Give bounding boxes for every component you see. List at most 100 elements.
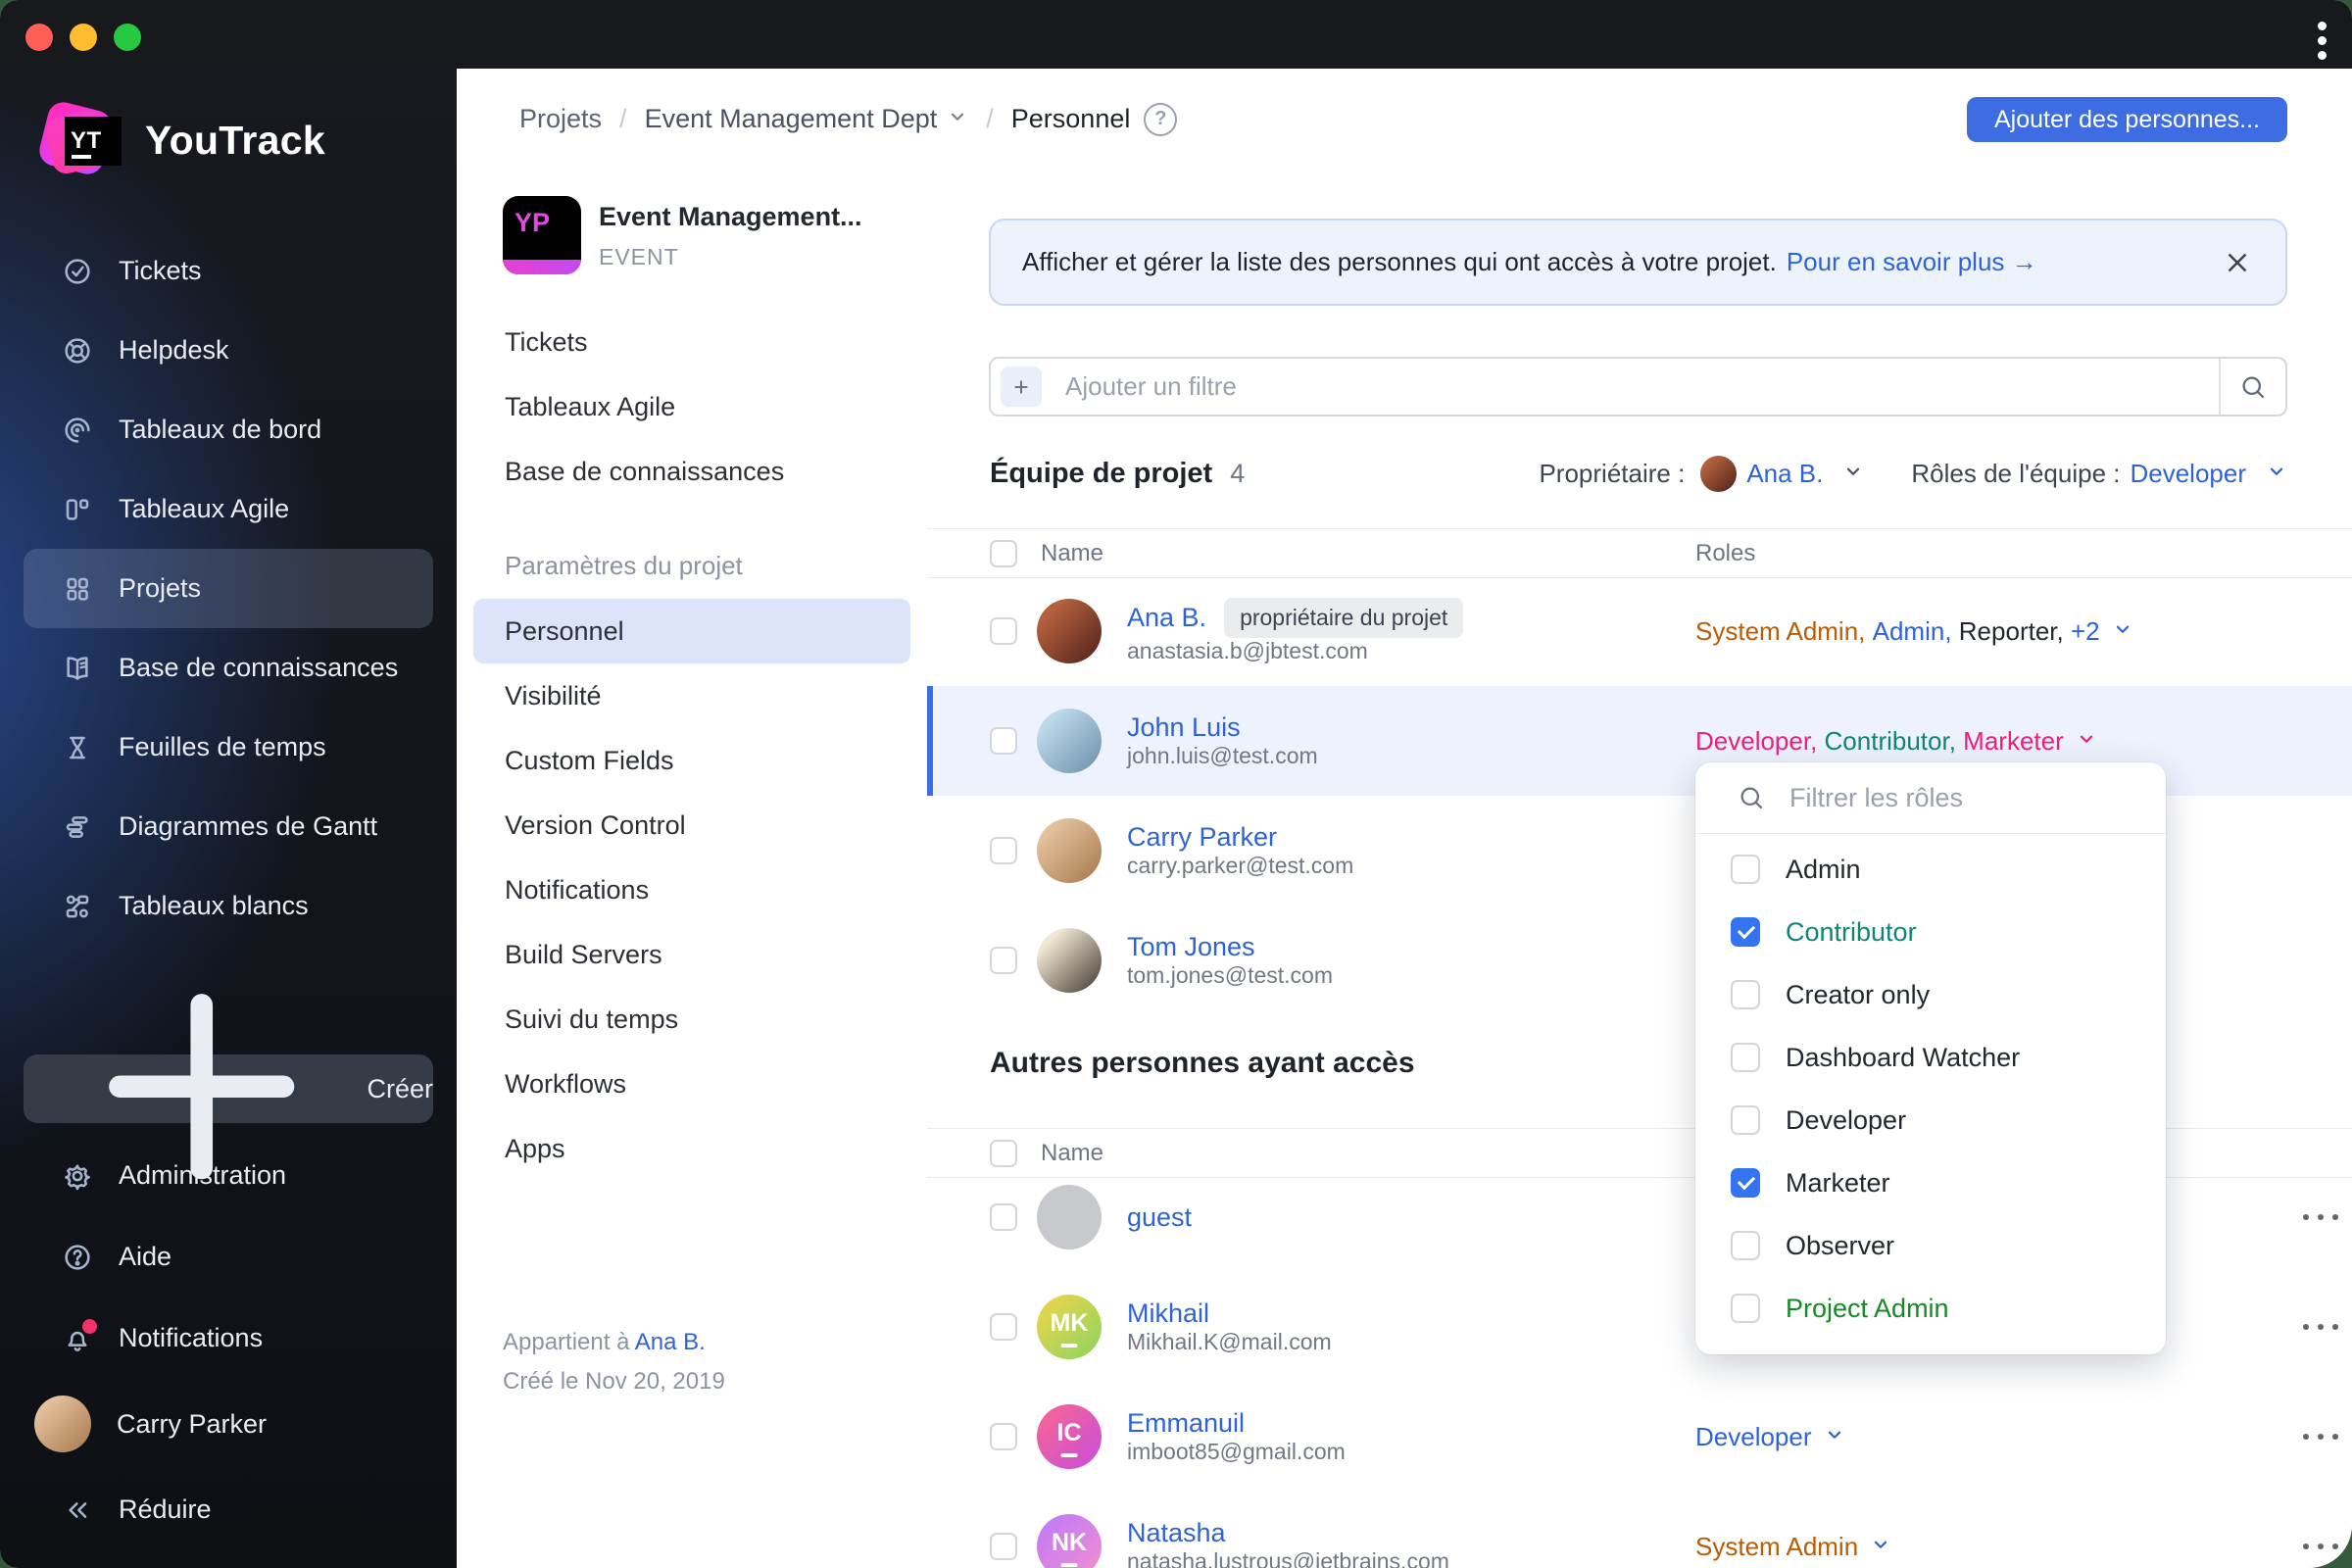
row-checkbox[interactable]: [990, 727, 1017, 755]
row-checkbox[interactable]: [990, 1423, 1017, 1450]
row-checkbox[interactable]: [990, 837, 1017, 864]
person-name-link[interactable]: John Luis: [1127, 712, 1241, 743]
row-actions-icon[interactable]: [2297, 1324, 2344, 1330]
project-settings-suivi-du-temps[interactable]: Suivi du temps: [473, 987, 910, 1052]
help-icon: [62, 1242, 93, 1273]
role-checkbox[interactable]: [1731, 1231, 1760, 1260]
owner-select[interactable]: Ana B.: [1746, 459, 1823, 489]
role-option-contributor[interactable]: Contributor: [1695, 901, 2166, 963]
project-nav-tickets[interactable]: Tickets: [457, 310, 927, 374]
project-settings-personnel[interactable]: Personnel: [473, 599, 910, 663]
breadcrumb-project-dropdown[interactable]: Event Management Dept: [645, 104, 969, 134]
row-checkbox[interactable]: [990, 1313, 1017, 1341]
person-name-link[interactable]: Emmanuil: [1127, 1408, 1245, 1439]
table-row-ana-b-[interactable]: Ana B. propriétaire du projet anastasia.b@…: [927, 576, 2352, 686]
role-checkbox[interactable]: [1731, 1043, 1760, 1072]
project-settings-custom-fields[interactable]: Custom Fields: [473, 728, 910, 793]
project-settings-version-control[interactable]: Version Control: [473, 793, 910, 858]
person-name-link[interactable]: Tom Jones: [1127, 932, 1255, 962]
sidebar-item-notifications[interactable]: Notifications: [0, 1298, 457, 1379]
roles-select[interactable]: System Admin, Admin, Reporter, +2: [1695, 616, 2133, 647]
collapse-sidebar-button[interactable]: Réduire: [0, 1469, 457, 1550]
avatar: [1037, 928, 1102, 993]
avatar: [1037, 599, 1102, 663]
select-all-checkbox[interactable]: [990, 539, 1017, 567]
row-actions-icon[interactable]: [2297, 1544, 2344, 1549]
create-button[interactable]: Créer: [24, 993, 433, 1180]
person-name-link[interactable]: Ana B.: [1127, 603, 1206, 633]
breadcrumb-projects[interactable]: Projets: [519, 104, 602, 134]
role-option-admin[interactable]: Admin: [1695, 838, 2166, 901]
sidebar-item-tableaux-agile[interactable]: Tableaux Agile: [24, 469, 433, 549]
sidebar-item-tableaux-blancs[interactable]: Tableaux blancs: [24, 866, 433, 946]
role-checkbox[interactable]: [1731, 917, 1760, 947]
roles-select[interactable]: Developer, Contributor, Marketer: [1695, 726, 2097, 757]
close-window-icon[interactable]: [25, 24, 53, 51]
role-checkbox[interactable]: [1731, 1105, 1760, 1135]
minimize-window-icon[interactable]: [70, 24, 97, 51]
sidebar-item-projets[interactable]: Projets: [24, 549, 433, 628]
roles-filter-input[interactable]: [1788, 781, 2166, 814]
add-filter-icon[interactable]: [1001, 367, 1042, 407]
project-settings-notifications[interactable]: Notifications: [473, 858, 910, 922]
sidebar-item-feuilles-de-temps[interactable]: Feuilles de temps: [24, 708, 433, 787]
role-checkbox[interactable]: [1731, 1294, 1760, 1323]
person-name-link[interactable]: guest: [1127, 1202, 1192, 1233]
zoom-window-icon[interactable]: [114, 24, 141, 51]
project-card[interactable]: YP Event Management... EVENT: [503, 196, 862, 274]
youtrack-logo-icon: YT: [35, 98, 122, 180]
sidebar-item-tickets[interactable]: Tickets: [24, 231, 433, 311]
project-settings-build-servers[interactable]: Build Servers: [473, 922, 910, 987]
role-option-project-admin[interactable]: Project Admin: [1695, 1277, 2166, 1340]
project-nav-tableaux-agile[interactable]: Tableaux Agile: [457, 374, 927, 439]
current-user-menu[interactable]: Carry Parker: [0, 1379, 457, 1469]
sidebar-item-tableaux-de-bord[interactable]: Tableaux de bord: [24, 390, 433, 469]
row-checkbox[interactable]: [990, 1533, 1017, 1560]
add-people-button[interactable]: Ajouter des personnes...: [1967, 97, 2287, 142]
row-checkbox[interactable]: [990, 617, 1017, 645]
role-checkbox[interactable]: [1731, 1168, 1760, 1198]
team-count: 4: [1230, 458, 1246, 488]
sidebar-footer: Créer Administration Aide Notifications Ca…: [0, 993, 457, 1568]
row-actions-icon[interactable]: [2297, 1434, 2344, 1440]
sidebar-item-helpdesk[interactable]: Helpdesk: [24, 311, 433, 390]
help-icon[interactable]: ?: [1144, 102, 1178, 136]
roles-filter-row: [1695, 762, 2166, 834]
row-checkbox[interactable]: [990, 947, 1017, 974]
project-settings-workflows[interactable]: Workflows: [473, 1052, 910, 1116]
person-name-link[interactable]: Mikhail: [1127, 1298, 1209, 1329]
book-icon: [62, 653, 93, 684]
role-checkbox[interactable]: [1731, 855, 1760, 884]
avatar: [1037, 818, 1102, 883]
table-row-emmanuil[interactable]: IC Emmanuil imboot85@gmail.com Developer: [927, 1382, 2352, 1492]
row-actions-icon[interactable]: [2297, 1214, 2344, 1220]
close-icon[interactable]: [2221, 246, 2254, 279]
kebab-menu-icon[interactable]: [2318, 22, 2327, 60]
table-row-natasha[interactable]: NK Natasha natasha.lustrous@jetbrains.com S…: [927, 1492, 2352, 1568]
sidebar-item-diagrammes-de-gantt[interactable]: Diagrammes de Gantt: [24, 787, 433, 866]
owner-link[interactable]: Ana B.: [635, 1329, 706, 1355]
roles-select[interactable]: System Admin: [1695, 1532, 1891, 1562]
chevron-down-icon: [1870, 1532, 1891, 1562]
filter-input[interactable]: [1063, 370, 2219, 403]
team-roles-select[interactable]: Developer: [2130, 459, 2246, 489]
role-option-marketer[interactable]: Marketer: [1695, 1152, 2166, 1214]
project-settings-apps[interactable]: Apps: [473, 1116, 910, 1181]
person-name-link[interactable]: Carry Parker: [1127, 822, 1277, 853]
project-settings-visibilit-[interactable]: Visibilité: [473, 663, 910, 728]
sidebar-item-base-de-connaissances[interactable]: Base de connaissances: [24, 628, 433, 708]
role-checkbox[interactable]: [1731, 980, 1760, 1009]
project-title: Event Management...: [599, 202, 862, 231]
role-option-creator-only[interactable]: Creator only: [1695, 963, 2166, 1026]
role-option-observer[interactable]: Observer: [1695, 1214, 2166, 1277]
role-option-dashboard-watcher[interactable]: Dashboard Watcher: [1695, 1026, 2166, 1089]
person-name-link[interactable]: Natasha: [1127, 1518, 1226, 1548]
youtrack-logo[interactable]: YT YouTrack: [35, 98, 325, 180]
avatar: IC: [1037, 1404, 1102, 1469]
row-checkbox[interactable]: [990, 1203, 1017, 1231]
learn-more-link[interactable]: Pour en savoir plus →: [1787, 247, 2037, 277]
search-icon[interactable]: [2219, 359, 2285, 415]
project-nav-base-de-connaissances[interactable]: Base de connaissances: [457, 439, 927, 504]
role-option-developer[interactable]: Developer: [1695, 1089, 2166, 1152]
roles-select[interactable]: Developer: [1695, 1422, 1845, 1452]
